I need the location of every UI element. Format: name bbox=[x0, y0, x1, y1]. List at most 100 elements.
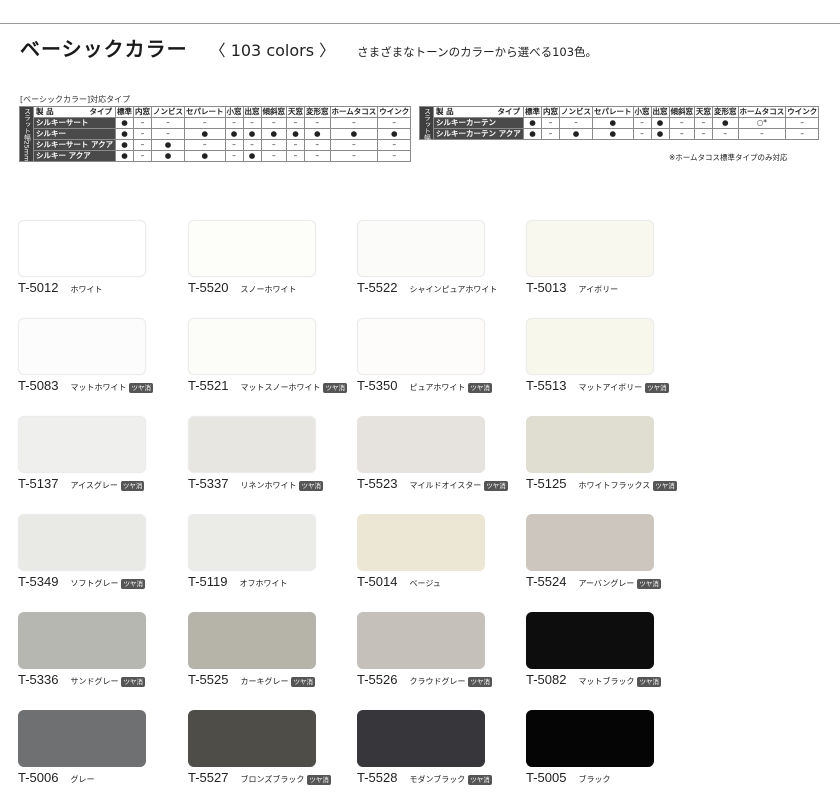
swatch-label: T-5349 ソフトグレー ツヤ消 bbox=[18, 574, 145, 589]
color-code: T-5527 bbox=[188, 770, 229, 785]
color-name: スノーホワイト bbox=[240, 285, 297, 294]
color-code: T-5522 bbox=[357, 280, 398, 295]
color-code: T-5513 bbox=[526, 378, 567, 393]
product-name: シルキーカーテン bbox=[433, 117, 524, 129]
color-swatch bbox=[526, 220, 654, 277]
color-name: ホワイトフラックス bbox=[578, 481, 651, 490]
compat-cell: – bbox=[329, 139, 379, 151]
compat-cell: – bbox=[184, 139, 226, 151]
footnote: ※ホームタコス標準タイプのみ対応 bbox=[669, 153, 788, 162]
compat-cell: – bbox=[133, 139, 152, 151]
compat-cell: ● bbox=[242, 128, 262, 140]
slat-width-label: スラット幅15mm bbox=[419, 106, 434, 161]
swatch-label: T-5526 クラウドグレー ツヤ消 bbox=[357, 672, 492, 687]
compat-cell: ● bbox=[286, 128, 305, 140]
compat-cell: – bbox=[151, 128, 185, 140]
color-swatch bbox=[357, 416, 485, 473]
top-rule bbox=[0, 23, 840, 24]
compat-cell: – bbox=[151, 117, 185, 129]
table-row: シルキーカーテン ● – – ● – ● – – ● ○* – bbox=[420, 117, 820, 129]
swatch-label: T-5005 ブラック bbox=[526, 770, 610, 785]
color-swatch bbox=[357, 612, 485, 669]
color-name: サンドグレー bbox=[70, 677, 119, 686]
compat-cell: – bbox=[541, 128, 560, 140]
column-header: 変形窓 bbox=[712, 106, 739, 118]
compat-cell: ● bbox=[650, 117, 670, 129]
compat-cell: ● bbox=[151, 139, 185, 151]
color-swatch bbox=[188, 318, 316, 375]
column-header: 内窓 bbox=[133, 106, 152, 118]
product-type-header: 製 品タイプ bbox=[433, 106, 524, 118]
compat-cell: ● bbox=[329, 128, 379, 140]
matte-badge: ツヤ消 bbox=[468, 677, 492, 687]
compat-cell: ● bbox=[650, 128, 670, 140]
swatch-label: T-5006 グレー bbox=[18, 770, 94, 785]
color-name: オフホワイト bbox=[239, 579, 288, 588]
color-swatch bbox=[188, 612, 316, 669]
compat-cell: – bbox=[329, 150, 379, 162]
matte-badge: ツヤ消 bbox=[653, 481, 677, 491]
compat-cell: – bbox=[694, 117, 713, 129]
compat-cell: – bbox=[632, 117, 652, 129]
color-swatch bbox=[18, 612, 146, 669]
swatch-label: T-5337 リネンホワイト ツヤ消 bbox=[188, 476, 323, 491]
color-code: T-5349 bbox=[18, 574, 59, 589]
slat-width-label: スラット幅25mm bbox=[19, 106, 34, 162]
matte-badge: ツヤ消 bbox=[121, 579, 145, 589]
product-name: シルキー アクア bbox=[33, 150, 116, 162]
color-swatch bbox=[18, 514, 146, 571]
table-row: シルキーサート ● – – – – – – – – – – bbox=[20, 117, 412, 129]
compat-cell: ● bbox=[592, 117, 634, 129]
swatch-label: T-5119 オフホワイト bbox=[188, 574, 288, 589]
swatch-label: T-5528 モダンブラック ツヤ消 bbox=[357, 770, 492, 785]
compat-cell: – bbox=[133, 117, 152, 129]
swatch-label: T-5520 スノーホワイト bbox=[188, 280, 296, 295]
compat-cell: ● bbox=[559, 128, 593, 140]
color-name: アイボリー bbox=[578, 285, 619, 294]
color-name: マットスノーホワイト bbox=[240, 383, 321, 392]
swatch-label: T-5522 シャインピュアホワイト bbox=[357, 280, 497, 295]
page-header: ベーシックカラー 〈 103 colors 〉 さまざまなトーンのカラーから選べ… bbox=[20, 33, 597, 62]
column-header: 出窓 bbox=[242, 106, 262, 118]
compat-cell: – bbox=[785, 128, 820, 140]
column-header: 内窓 bbox=[541, 106, 560, 118]
compat-cell: – bbox=[224, 139, 244, 151]
compat-cell: – bbox=[329, 117, 379, 129]
compat-cell: – bbox=[133, 150, 152, 162]
color-code: T-5013 bbox=[526, 280, 567, 295]
color-code: T-5005 bbox=[526, 770, 567, 785]
matte-badge: ツヤ消 bbox=[637, 579, 661, 589]
color-name: ピュアホワイト bbox=[409, 383, 466, 392]
swatch-label: T-5350 ピュアホワイト ツヤ消 bbox=[357, 378, 492, 393]
product-name: シルキーサート アクア bbox=[33, 139, 116, 151]
swatch-label: T-5513 マットアイボリー ツヤ消 bbox=[526, 378, 669, 393]
compat-cell: ● bbox=[115, 150, 134, 162]
swatch-label: T-5013 アイボリー bbox=[526, 280, 618, 295]
compat-cell: ● bbox=[592, 128, 634, 140]
color-code: T-5528 bbox=[357, 770, 398, 785]
compat-cell: – bbox=[559, 117, 593, 129]
compat-cell: – bbox=[242, 117, 262, 129]
compat-cell: ● bbox=[151, 150, 185, 162]
color-swatch bbox=[526, 416, 654, 473]
color-code: T-5520 bbox=[188, 280, 229, 295]
swatch-label: T-5521 マットスノーホワイト ツヤ消 bbox=[188, 378, 347, 393]
color-name: マットホワイト bbox=[70, 383, 127, 392]
column-header: 小窓 bbox=[632, 106, 652, 118]
matte-badge: ツヤ消 bbox=[323, 383, 347, 393]
compat-table-15mm: スラット幅15mm 製 品タイプ 標準 内窓 ノンビス セパレート 小窓 出窓 傾斜窓 天窓 変形窓… bbox=[419, 106, 820, 161]
page-description: さまざまなトーンのカラーから選べる103色。 bbox=[357, 45, 598, 59]
compat-cell: – bbox=[286, 150, 305, 162]
table-row: シルキーカーテン アクア ● – ● ● – ● – – – – – bbox=[420, 128, 820, 140]
compat-cell: – bbox=[286, 139, 305, 151]
color-code: T-5014 bbox=[357, 574, 398, 589]
color-code: T-5125 bbox=[526, 476, 567, 491]
matte-badge: ツヤ消 bbox=[291, 677, 315, 687]
compat-cell: ● bbox=[377, 128, 412, 140]
color-swatch bbox=[526, 710, 654, 767]
swatch-label: T-5014 ベージュ bbox=[357, 574, 441, 589]
compat-cell: – bbox=[541, 117, 560, 129]
color-code: T-5350 bbox=[357, 378, 398, 393]
swatch-label: T-5527 ブロンズブラック ツヤ消 bbox=[188, 770, 331, 785]
column-header: 天窓 bbox=[286, 106, 305, 118]
